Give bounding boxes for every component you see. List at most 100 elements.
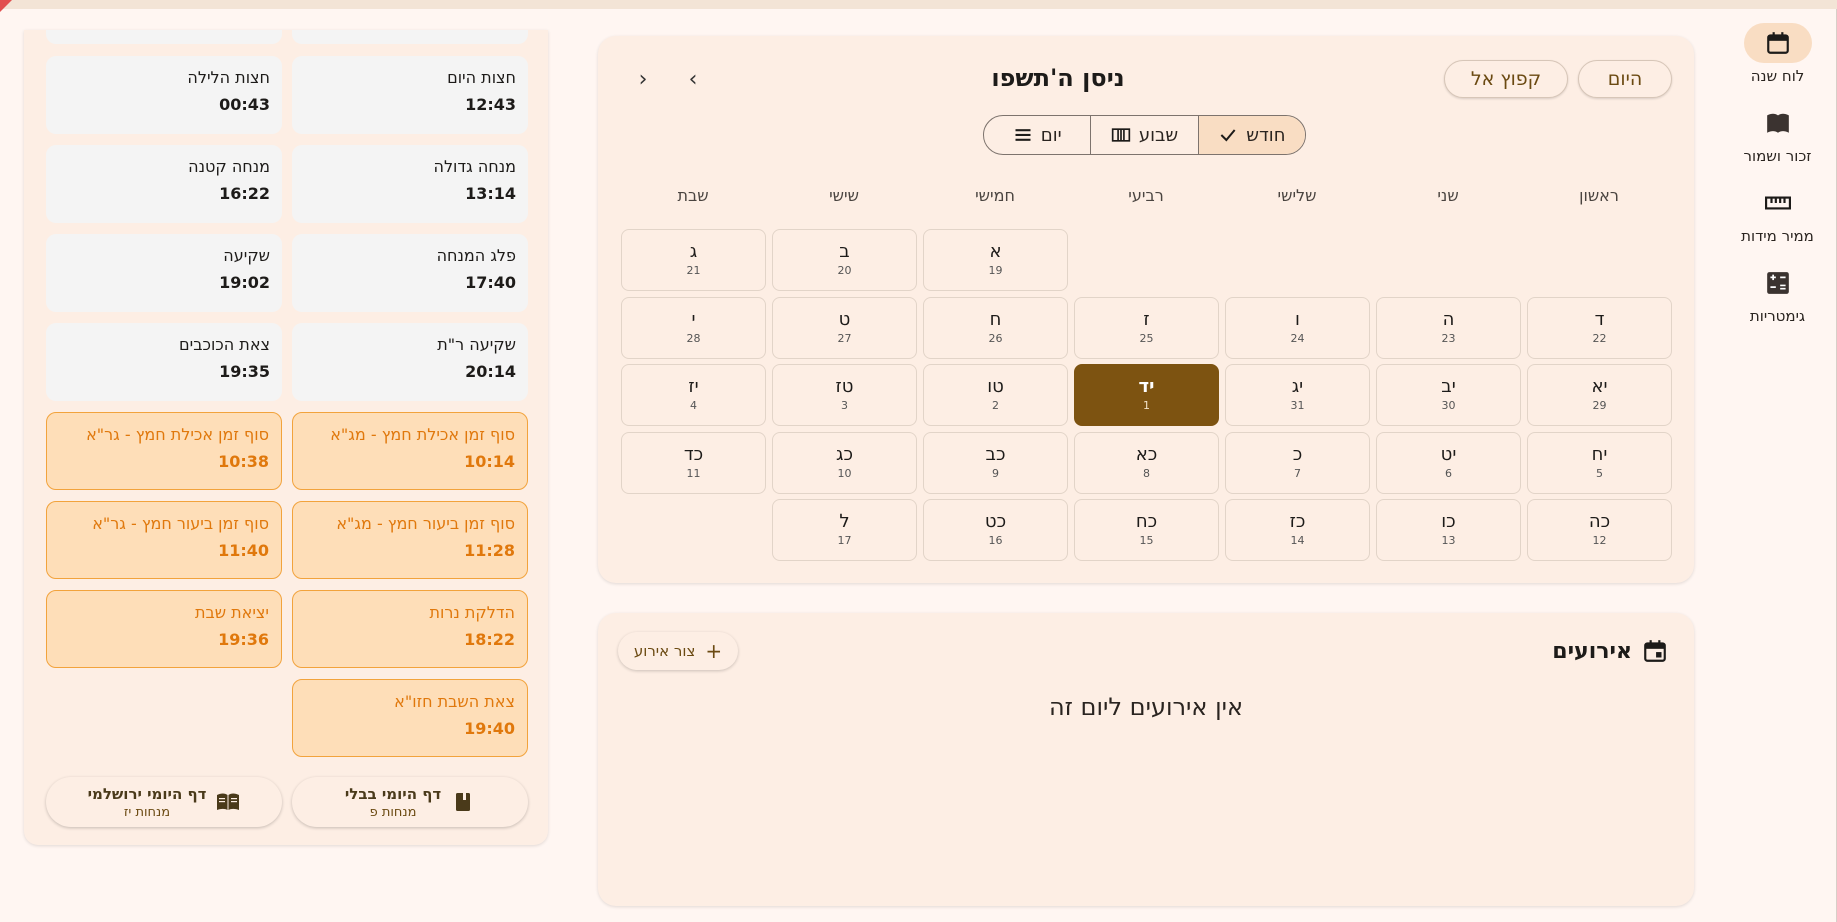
gregorian-date: 22 <box>1592 331 1607 345</box>
day-cell[interactable]: א 19 <box>923 229 1068 291</box>
zman-card: חצות הלילה 00:43 <box>46 56 282 134</box>
day-cell[interactable]: יח 5 <box>1527 431 1672 494</box>
nav-item-zachor-shamor[interactable]: זכור ושמור <box>1718 103 1837 165</box>
day-cell[interactable]: כט 16 <box>923 499 1068 561</box>
day-cell[interactable]: ט 27 <box>772 296 917 359</box>
gregorian-date: 29 <box>1592 399 1607 412</box>
gregorian-date: 9 <box>992 466 999 480</box>
gregorian-date: 27 <box>837 331 852 345</box>
gregorian-date: 17 <box>837 534 852 547</box>
day-cell[interactable]: ה 23 <box>1376 296 1521 359</box>
day-cell[interactable]: ג 21 <box>621 229 766 291</box>
day-cell[interactable]: יב 30 <box>1376 364 1521 426</box>
events-title: אירועים <box>1552 638 1632 664</box>
gregorian-date: 14 <box>1290 534 1305 547</box>
day-cell[interactable]: כו 13 <box>1376 499 1521 561</box>
day-cell[interactable]: טו 2 <box>923 364 1068 426</box>
book-icon <box>1766 113 1789 133</box>
day-cell[interactable]: כג 10 <box>772 431 917 494</box>
zman-name: חצות היום <box>447 68 516 87</box>
zman-card: מנחה גדולה 13:14 <box>292 145 528 223</box>
day-cell[interactable]: ד 22 <box>1527 296 1672 359</box>
weekday-label: ראשון <box>1579 186 1619 205</box>
zman-time: 10:14 <box>464 452 515 471</box>
day-cell[interactable]: ב 20 <box>772 229 917 291</box>
zman-name: פלג המנחה <box>436 246 516 265</box>
nav-item-calendar-indicator <box>1743 23 1812 63</box>
daf-yomi-bavli-button[interactable]: דף היומי בבלי מנחות פ <box>292 777 528 827</box>
gregorian-date: 10 <box>837 466 852 480</box>
zman-name: יציאת שבת <box>194 603 269 622</box>
day-cell[interactable]: יז 4 <box>621 364 766 426</box>
plus-icon: + <box>705 639 723 663</box>
prev-month-button[interactable]: ‹ <box>628 64 658 94</box>
weekday-label: שבת <box>677 186 709 205</box>
view-mode-month[interactable]: חודש <box>1197 116 1305 154</box>
events-empty-message: אין אירועים ליום זה <box>1048 693 1244 721</box>
hebrew-date: כ <box>1292 443 1303 465</box>
view-mode-day[interactable]: יום <box>984 116 1090 154</box>
calendar-icon <box>1766 32 1789 54</box>
hebrew-date: ל <box>839 511 850 532</box>
create-event-button[interactable]: + צור אירוע <box>618 632 738 670</box>
hebrew-date: טז <box>835 376 854 397</box>
zman-card: צאת השבת חזו"א 19:40 <box>292 679 528 757</box>
zman-time: 19:02 <box>219 273 270 292</box>
gregorian-date: 30 <box>1441 399 1456 412</box>
zman-card: סוף זמן אכילת חמץ - מג"א 10:14 <box>292 412 528 490</box>
day-cell[interactable]: יג 31 <box>1225 364 1370 426</box>
weekday-label: חמישי <box>975 186 1015 205</box>
nav-item-gematria[interactable]: גימטריות <box>1718 263 1837 325</box>
zman-time: 10:38 <box>218 452 269 471</box>
nav-item-label: גימטריות <box>1749 307 1806 325</box>
day-cell[interactable]: כ7 <box>1225 431 1370 494</box>
day-cell[interactable]: כז 14 <box>1225 499 1370 561</box>
zman-card-partial <box>292 30 528 44</box>
day-cell[interactable]: כה 12 <box>1527 499 1672 561</box>
hebrew-date: יד <box>1138 376 1155 397</box>
nav-item-calendar[interactable]: לוח שנה <box>1718 23 1837 85</box>
zman-name: שקיעה <box>223 246 270 265</box>
day-cell[interactable]: ח 26 <box>923 296 1068 359</box>
gregorian-date: 2 <box>992 399 999 412</box>
zman-name: חצות הלילה <box>187 68 270 87</box>
nav-item-unit-converter[interactable]: ממיר מידות <box>1718 183 1837 245</box>
zman-card: הדלקת נרות 18:22 <box>292 590 528 668</box>
day-cell[interactable]: ז 25 <box>1074 296 1219 359</box>
daf-yomi-yerushalmi-button[interactable]: דף היומי ירושלמי מנחות יז <box>46 777 282 827</box>
zman-name: שקיעה ר"ת <box>437 335 516 354</box>
zman-card: מנחה קטנה 16:22 <box>46 145 282 223</box>
day-cell[interactable]: כח 15 <box>1074 499 1219 561</box>
day-cell[interactable]: י 28 <box>621 296 766 359</box>
day-cell[interactable]: כד 11 <box>621 431 766 494</box>
gregorian-date: 6 <box>1445 466 1452 480</box>
view-mode-label: יום <box>1040 124 1062 146</box>
day-cell[interactable]: יא 29 <box>1527 364 1672 426</box>
zman-time: 00:43 <box>219 95 270 114</box>
day-cell[interactable]: כב 9 <box>923 431 1068 494</box>
gregorian-date: 26 <box>988 331 1003 345</box>
view-mode-week[interactable]: שבוע <box>1090 116 1197 154</box>
daf-yomi-page: מנחות פ <box>369 804 417 820</box>
chevron-right-icon: › <box>688 66 698 92</box>
day-cell[interactable]: ל 17 <box>772 499 917 561</box>
day-cell[interactable]: כא 8 <box>1074 431 1219 494</box>
day-cell[interactable]: יט 6 <box>1376 431 1521 494</box>
gregorian-date: 4 <box>690 399 697 412</box>
zman-time: 12:43 <box>465 95 516 114</box>
week-view-icon <box>1111 128 1131 142</box>
weekday-label: רביעי <box>1128 186 1164 205</box>
today-button[interactable]: היום <box>1578 60 1672 98</box>
gregorian-date: 13 <box>1441 534 1456 547</box>
next-month-button[interactable]: › <box>678 64 708 94</box>
nav-item-indicator <box>1744 103 1812 143</box>
hebrew-date: יג <box>1291 376 1304 397</box>
day-cell-selected[interactable]: יד 1 <box>1074 364 1219 426</box>
day-cell[interactable]: טז 3 <box>772 364 917 426</box>
hebrew-date: ד <box>1594 308 1605 330</box>
weekday-label: שלישי <box>1277 186 1317 205</box>
jump-to-button[interactable]: קפוץ אל <box>1444 60 1568 98</box>
day-cell[interactable]: ו 24 <box>1225 296 1370 359</box>
hebrew-date: ח <box>989 308 1002 330</box>
create-event-label: צור אירוע <box>633 642 696 660</box>
